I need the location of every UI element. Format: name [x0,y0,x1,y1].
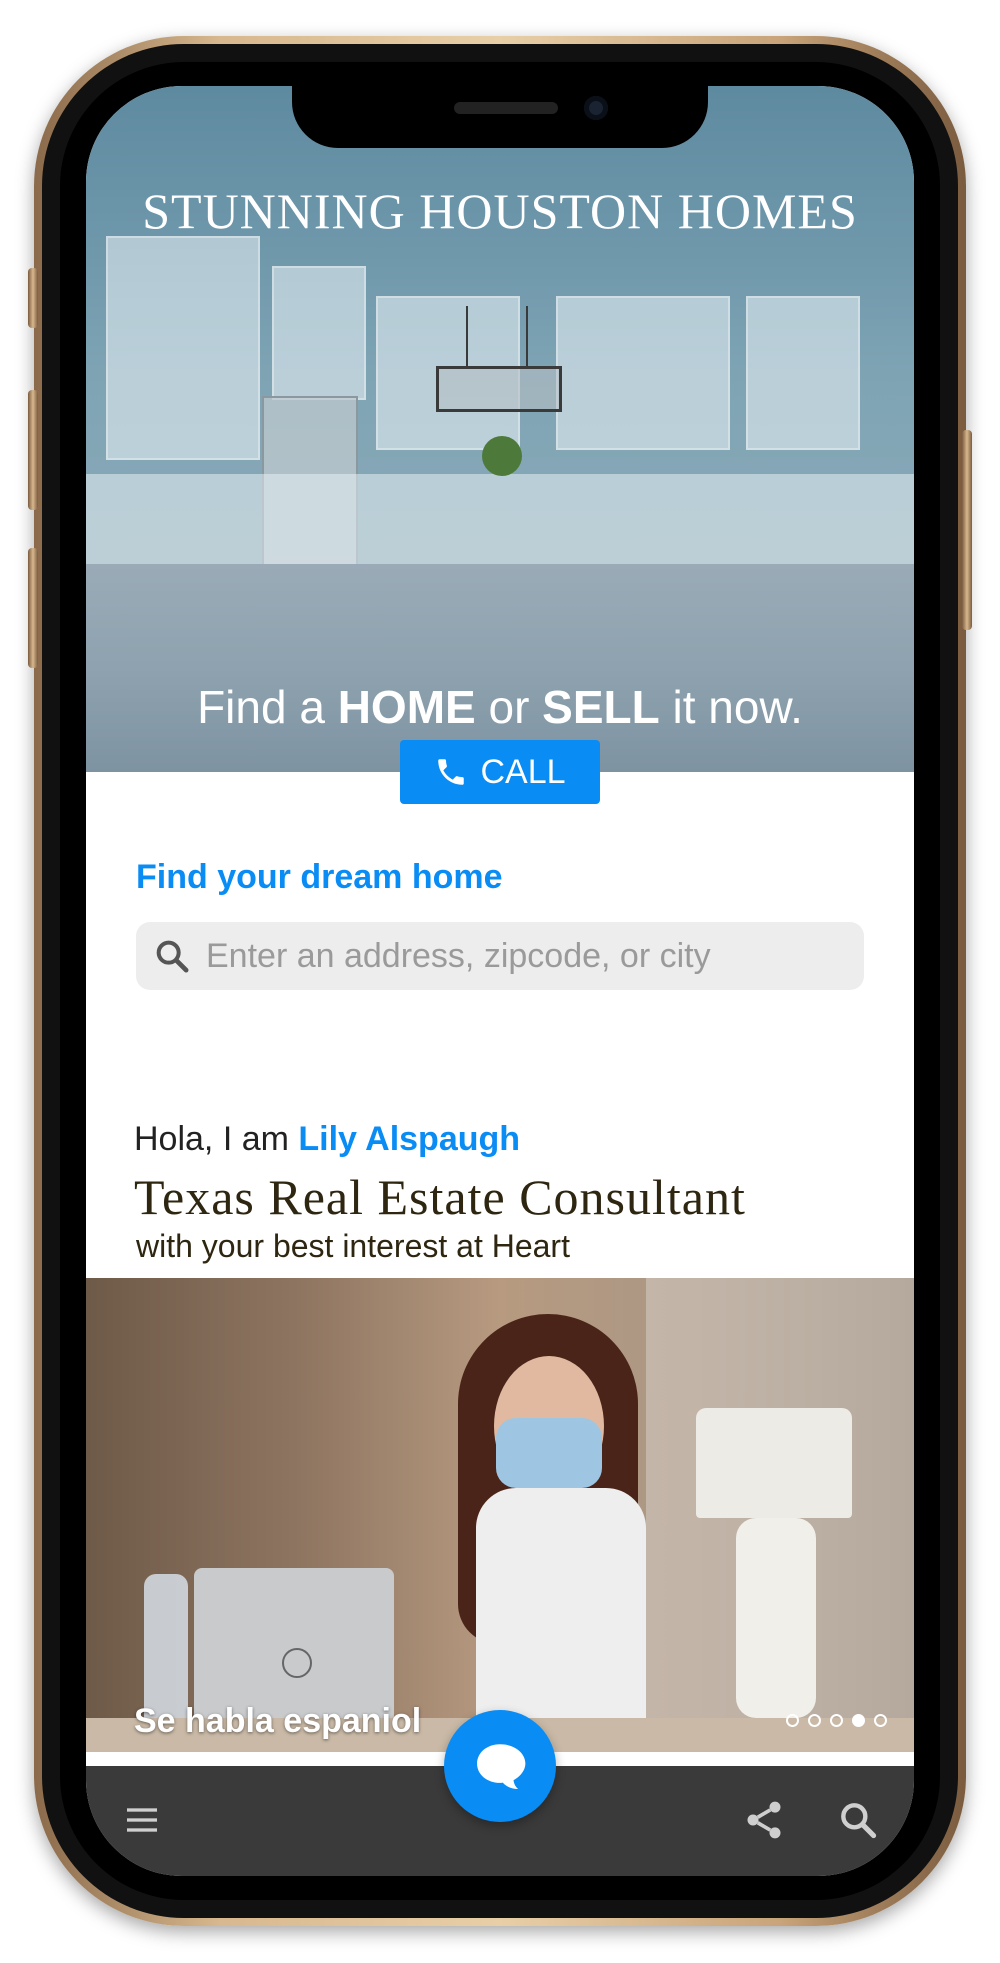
lamp-shade [696,1408,852,1518]
call-button[interactable]: CALL [400,740,600,804]
search-icon [156,940,189,973]
front-camera [584,96,608,120]
kitchen-cabinet [746,296,860,450]
volume-down-button [28,548,38,668]
laptop-logo [282,1648,312,1678]
agent-name[interactable]: Lily Alspaugh [298,1120,520,1158]
search-input[interactable] [204,935,848,977]
plant [482,436,522,476]
menu-icon[interactable] [122,1800,162,1840]
lamp-base [736,1518,816,1718]
pendant-wire [466,306,468,366]
power-button [962,430,972,630]
carousel-dot[interactable] [874,1714,887,1727]
hero-image: STUNNING HOUSTON HOMES [86,86,914,564]
search-icon[interactable] [836,1798,880,1842]
tagline-text: or [475,681,543,733]
call-label: CALL [480,752,566,791]
carousel-dots [786,1714,887,1727]
tagline-sell: SELL [542,681,660,733]
agent-tagline: with your best interest at Heart [136,1228,570,1264]
face-mask [496,1418,602,1488]
share-icon[interactable] [742,1798,786,1842]
kitchen-cabinet [106,236,260,460]
greeting-text: Hola, I am [134,1120,299,1158]
agent-photo-carousel[interactable] [86,1278,914,1752]
search-bar[interactable] [136,922,864,990]
tagline-text: Find a [197,681,338,733]
kitchen-cabinet [556,296,730,450]
tagline-text: it now. [659,681,803,733]
carousel-dot[interactable] [786,1714,799,1727]
carousel-dot[interactable] [830,1714,843,1727]
tagline-home: HOME [337,681,476,733]
mute-switch [28,268,38,328]
chat-button[interactable] [444,1710,556,1822]
carousel-dot[interactable] [808,1714,821,1727]
carousel-caption: Se habla espaniol [134,1702,422,1740]
volume-up-button [28,390,38,510]
hero-tagline: Find a HOME or SELL it now. [86,680,914,734]
carousel-dot[interactable] [852,1714,865,1727]
screen: STUNNING HOUSTON HOMES Find a HOME or SE… [86,86,914,1876]
agent-role: Texas Real Estate Consultant [134,1169,746,1225]
speaker [454,102,558,114]
pendant-light [436,366,562,412]
search-section-title: Find your dream home [136,858,503,896]
chat-icon [477,1744,526,1789]
kitchen-counter [86,474,914,564]
notch [292,86,708,148]
kitchen-cabinet [272,266,366,400]
hero-title: STUNNING HOUSTON HOMES [142,183,858,239]
pendant-wire [526,306,528,366]
agent-greeting: Hola, I am Lily Alspaugh [134,1120,520,1159]
phone-icon [438,759,465,785]
